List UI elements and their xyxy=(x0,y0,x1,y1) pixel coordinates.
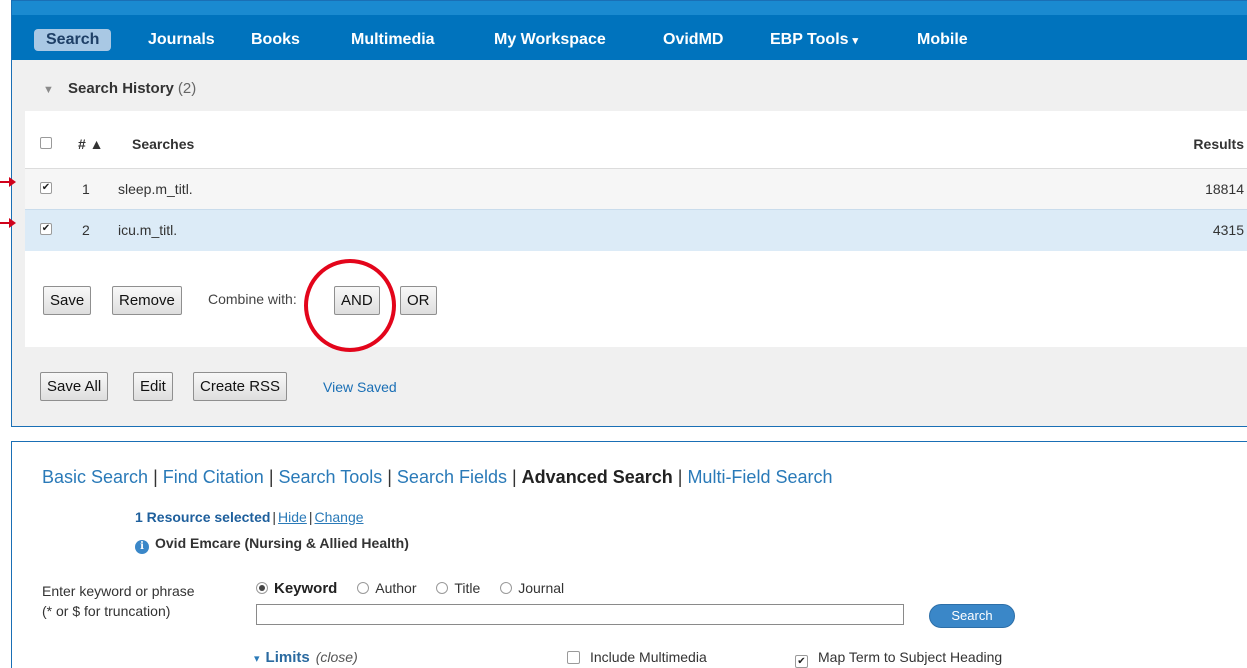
tab-multi-field-search[interactable]: Multi-Field Search xyxy=(687,467,832,487)
tab-basic-search[interactable]: Basic Search xyxy=(42,467,148,487)
save-all-button[interactable]: Save All xyxy=(40,372,109,401)
radio-dot-icon xyxy=(436,582,449,594)
radio-keyword-label: Keyword xyxy=(274,580,338,597)
main-navbar: Search Journals Books Multimedia My Work… xyxy=(12,1,1247,60)
truncation-hint-text: (* or $ for truncation) xyxy=(42,603,171,619)
edit-button[interactable]: Edit xyxy=(133,372,173,401)
row-number: 1 xyxy=(82,181,90,197)
row-number: 2 xyxy=(82,222,90,238)
include-multimedia-checkbox[interactable] xyxy=(567,651,580,664)
map-term-checkbox[interactable]: ✔ xyxy=(795,655,808,668)
column-header-results: Results xyxy=(1193,136,1244,152)
search-history-header[interactable]: ▼ Search History (2) xyxy=(12,60,1247,110)
nav-ebp-tools[interactable]: EBP Tools ▾ xyxy=(770,29,858,51)
table-row[interactable]: ✔ 2 icu.m_titl. 4315 xyxy=(25,209,1247,251)
radio-author[interactable]: Author xyxy=(357,580,417,596)
radio-journal-label: Journal xyxy=(518,580,565,596)
include-multimedia-label: Include Multimedia xyxy=(590,649,707,665)
nav-mobile[interactable]: Mobile xyxy=(917,29,968,51)
map-term-label: Map Term to Subject Heading xyxy=(818,649,1003,665)
combine-with-label: Combine with: xyxy=(208,291,297,307)
save-button[interactable]: Save xyxy=(43,286,92,315)
tab-separator: | xyxy=(268,467,274,487)
nav-search[interactable]: Search xyxy=(34,29,112,51)
table-row[interactable]: ✔ 1 sleep.m_titl. 18814 xyxy=(25,168,1247,210)
radio-dot-icon xyxy=(256,582,268,594)
radio-keyword[interactable]: Keyword xyxy=(256,580,337,597)
search-input[interactable] xyxy=(256,604,904,625)
column-header-searches: Searches xyxy=(132,136,195,152)
tab-separator: | xyxy=(677,467,683,487)
search-mode-tabs: Basic Search | Find Citation | Search Tools |… xyxy=(42,467,832,488)
create-rss-button[interactable]: Create RSS xyxy=(193,372,288,401)
combine-or-button[interactable]: OR xyxy=(400,286,437,315)
annotation-arrow-icon xyxy=(0,177,16,187)
hide-link[interactable]: Hide xyxy=(278,509,307,525)
search-panel: Basic Search | Find Citation | Search Tools |… xyxy=(11,441,1247,668)
table-header-row: # ▲ Searches Results xyxy=(25,124,1247,168)
resources-selected-text: 1 Resource selected xyxy=(135,509,271,525)
collapse-triangle-icon[interactable]: ▼ xyxy=(43,84,54,96)
column-header-number[interactable]: # ▲ xyxy=(78,136,104,152)
nav-ovidmd[interactable]: OvidMD xyxy=(663,29,723,51)
row-results-count[interactable]: 18814 xyxy=(1205,181,1244,197)
select-all-checkbox[interactable] xyxy=(40,137,52,149)
chevron-down-icon: ▾ xyxy=(852,35,859,47)
tab-search-tools[interactable]: Search Tools xyxy=(279,467,383,487)
remove-button[interactable]: Remove xyxy=(112,286,182,315)
enter-keyword-text: Enter keyword or phrase xyxy=(42,583,195,599)
include-multimedia-option[interactable]: Include Multimedia xyxy=(567,649,707,665)
search-history-count: (2) xyxy=(177,80,197,97)
tab-separator: | xyxy=(511,467,517,487)
search-button[interactable]: Search xyxy=(929,604,1015,628)
nav-my-workspace[interactable]: My Workspace xyxy=(494,29,606,51)
change-link[interactable]: Change xyxy=(314,509,363,525)
search-type-radio-group: Keyword Author Title Journal xyxy=(256,580,580,597)
radio-dot-icon xyxy=(500,582,513,594)
annotation-arrow-icon xyxy=(0,218,16,228)
search-history-panel: Search Journals Books Multimedia My Work… xyxy=(11,0,1247,427)
limits-close-link[interactable]: (close) xyxy=(316,649,358,665)
map-term-option[interactable]: ✔ Map Term to Subject Heading xyxy=(795,649,1002,668)
row-checkbox[interactable]: ✔ xyxy=(40,223,52,235)
tab-find-citation[interactable]: Find Citation xyxy=(163,467,264,487)
radio-title-label: Title xyxy=(454,580,481,596)
radio-author-label: Author xyxy=(375,580,417,596)
row-checkbox[interactable]: ✔ xyxy=(40,182,52,194)
view-saved-link[interactable]: View Saved xyxy=(323,379,397,395)
radio-dot-icon xyxy=(357,582,370,594)
info-icon[interactable]: i xyxy=(135,540,149,554)
row-search-query: sleep.m_titl. xyxy=(118,181,193,197)
search-history-label: Search History xyxy=(68,80,174,97)
search-history-title: Search History (2) xyxy=(68,80,196,97)
radio-title[interactable]: Title xyxy=(436,580,480,596)
nav-journals[interactable]: Journals xyxy=(148,29,215,51)
radio-journal[interactable]: Journal xyxy=(500,580,564,596)
database-label: Ovid Emcare (Nursing & Allied Health) xyxy=(155,535,409,551)
keyword-entry-label: Enter keyword or phrase (* or $ for trun… xyxy=(42,581,195,621)
resource-selection-line: 1 Resource selected | Hide | Change xyxy=(135,509,364,525)
annotation-circle xyxy=(304,259,396,352)
limits-toggle[interactable]: ▾ Limits (close) xyxy=(254,649,358,666)
database-name: i Ovid Emcare (Nursing & Allied Health) xyxy=(135,535,409,554)
limits-label: Limits xyxy=(265,649,310,666)
tab-separator: | xyxy=(387,467,392,487)
nav-multimedia[interactable]: Multimedia xyxy=(351,29,435,51)
chevron-down-icon: ▾ xyxy=(254,653,260,665)
tab-separator: | xyxy=(153,467,158,487)
nav-books[interactable]: Books xyxy=(251,29,300,51)
row-results-count[interactable]: 4315 xyxy=(1213,222,1244,238)
row-search-query: icu.m_titl. xyxy=(118,222,178,238)
resource-separator: | xyxy=(272,509,277,525)
tab-advanced-search[interactable]: Advanced Search xyxy=(522,467,673,487)
nav-ebp-tools-label: EBP Tools xyxy=(770,31,849,48)
resource-separator: | xyxy=(308,509,313,525)
search-history-table: # ▲ Searches Results ✔ 1 sleep.m_titl. 1… xyxy=(25,111,1247,347)
tab-search-fields[interactable]: Search Fields xyxy=(397,467,507,487)
